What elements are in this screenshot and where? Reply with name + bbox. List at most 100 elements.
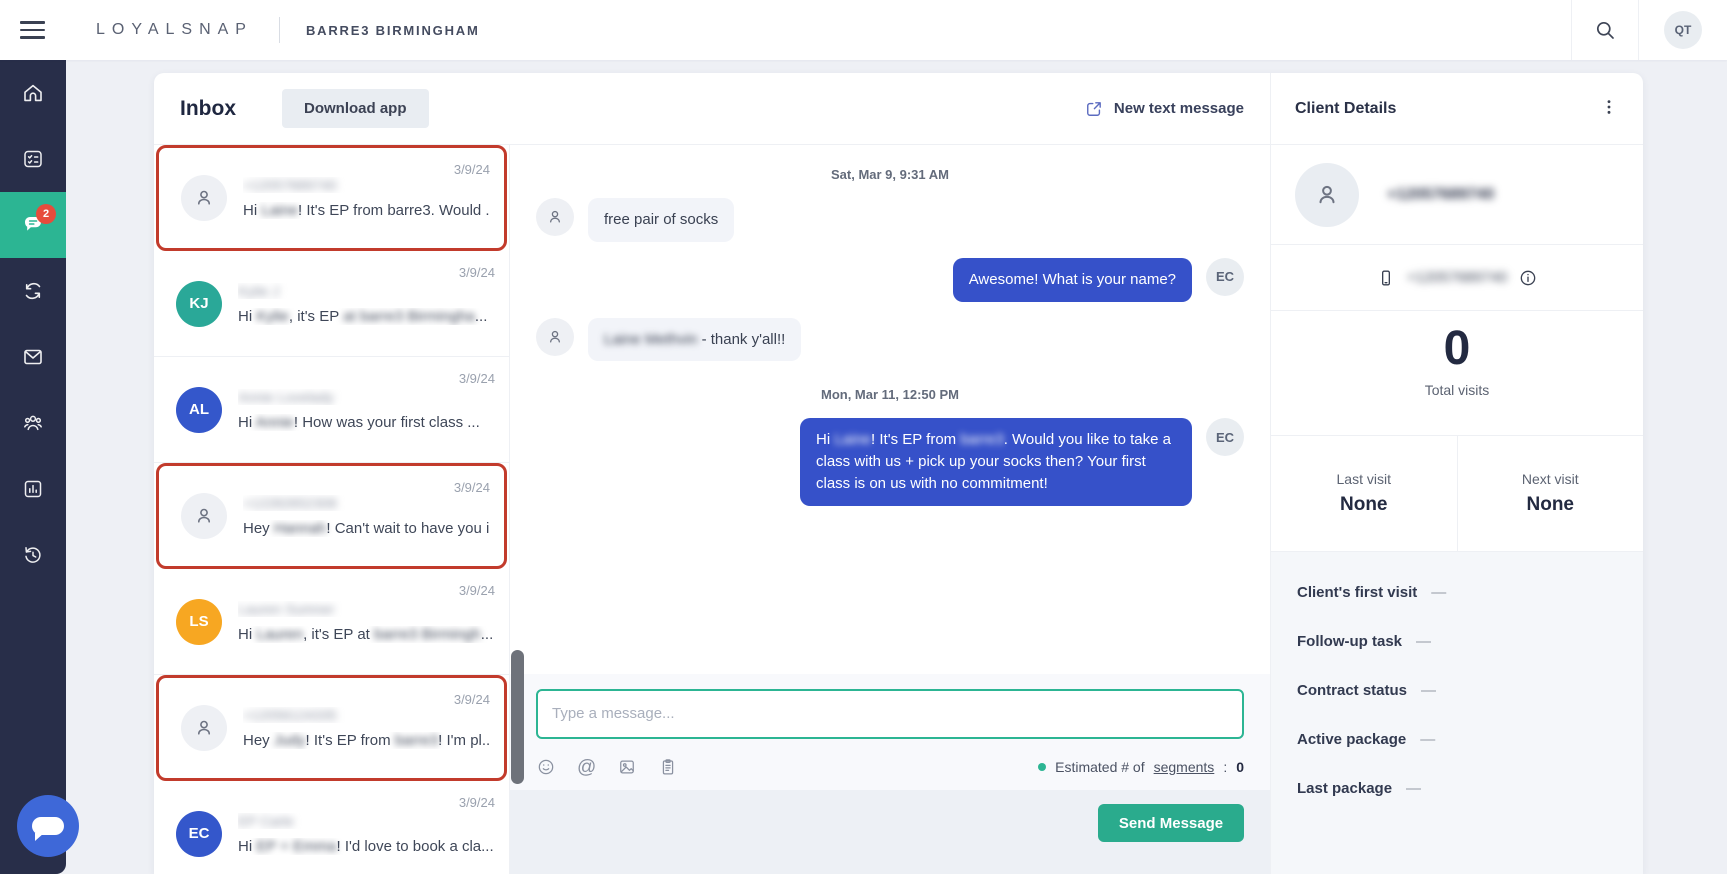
incoming-message: free pair of socks	[536, 198, 1244, 242]
client-name: +12057689740	[1387, 185, 1495, 203]
list-scrollbar-thumb[interactable]	[511, 650, 524, 784]
support-chat-widget[interactable]	[17, 795, 79, 857]
new-text-message-button[interactable]: New text message	[1084, 99, 1244, 119]
history-icon	[21, 543, 45, 567]
download-app-button[interactable]: Download app	[282, 89, 429, 128]
segments-estimate: Estimated # of segments: 0	[1038, 759, 1244, 775]
conversation-date: 3/9/24	[458, 371, 495, 386]
contact-name: +12282652308	[243, 495, 337, 511]
contact-name: Lauren Sumner	[238, 600, 335, 617]
contact-name: EP Carle	[238, 812, 294, 829]
kebab-menu-icon[interactable]	[1593, 91, 1625, 126]
field-value: —	[1420, 731, 1436, 748]
loyalsnap-logo: LOYALSNAP	[96, 21, 253, 38]
field-row: Active package —	[1297, 731, 1617, 748]
segments-link[interactable]: segments	[1154, 759, 1215, 775]
field-row: Client's first visit —	[1297, 584, 1617, 601]
conversation-row[interactable]: +12282652308 Hey Hannah! Can't wait to h…	[156, 463, 507, 569]
next-visit-label: Next visit	[1521, 471, 1579, 487]
message-bubble: Awesome! What is your name?	[952, 257, 1192, 302]
field-label: Active package	[1297, 731, 1407, 748]
person-avatar-icon	[181, 493, 227, 539]
sidebar-item-clients[interactable]	[0, 390, 66, 456]
main-card: Inbox Download app New text message Clie…	[154, 73, 1643, 874]
message-bubble: free pair of socks	[588, 198, 735, 242]
message-input[interactable]	[536, 689, 1244, 739]
attach-image-icon[interactable]	[617, 757, 637, 777]
sidebar-item-home[interactable]	[0, 60, 66, 126]
message-preview: Hi Laine! It's EP from barre3. Would ...	[243, 202, 490, 219]
avatar: KJ	[176, 280, 222, 327]
contact-name: Annie Lovelady	[238, 388, 334, 405]
conversation-date: 3/9/24	[458, 795, 495, 810]
sidebar-item-reports[interactable]	[0, 456, 66, 522]
topbar-divider	[278, 17, 280, 43]
sidebar-item-tasks[interactable]	[0, 126, 66, 192]
field-row: Follow-up task —	[1297, 633, 1617, 650]
conversation-row[interactable]: +12057689740 Hi Laine! It's EP from barr…	[156, 145, 507, 251]
sidebar-item-history[interactable]	[0, 522, 66, 588]
person-avatar-icon	[1295, 162, 1359, 227]
message-history: Sat, Mar 9, 9:31 AM free pair of socks A…	[510, 145, 1270, 674]
field-label: Follow-up task	[1297, 633, 1402, 650]
emoji-icon[interactable]	[536, 757, 556, 777]
field-label: Last package	[1297, 780, 1393, 797]
field-label: Contract status	[1297, 682, 1408, 699]
page-title: Inbox	[180, 96, 236, 120]
send-message-button[interactable]: Send Message	[1098, 804, 1244, 842]
message-preview: Hi Annie! How was your first class ...	[238, 413, 480, 431]
conversation-row[interactable]: KJ Kylie J Hi Kylie, it's EP at barre3 B…	[154, 251, 509, 357]
info-icon[interactable]	[1518, 268, 1538, 288]
templates-icon[interactable]	[658, 757, 678, 777]
message-preview: Hi EP + Emma! I'd love to book a cla...	[238, 837, 494, 855]
conversation-row[interactable]: AL Annie Lovelady Hi Annie! How was your…	[154, 357, 509, 463]
next-visit-block: Next visit None	[1456, 436, 1644, 551]
client-phone-row: +12057689740	[1271, 245, 1643, 311]
conversation-date: 3/9/24	[453, 480, 490, 495]
composer-toolbar: @ Estimated # of segments: 0	[536, 744, 1244, 790]
search-icon[interactable]	[1572, 0, 1638, 60]
message-preview: Hey Hannah! Can't wait to have you i...	[243, 520, 490, 537]
sender-avatar: EC	[1206, 418, 1244, 457]
person-avatar-icon	[536, 198, 574, 236]
incoming-message: Laine Methvin - thank y'all!!	[536, 317, 1244, 362]
conversation-date: 3/9/24	[458, 265, 495, 280]
message-bubble: Hi Laine! It's EP from barre3. Would you…	[800, 418, 1192, 506]
field-value: —	[1421, 682, 1437, 699]
person-avatar-icon	[536, 317, 574, 356]
conversation-row[interactable]: +12056124335 Hey Judy! It's EP from barr…	[156, 675, 507, 781]
conversation-date: 3/9/24	[453, 162, 490, 177]
sender-avatar: EC	[1206, 257, 1244, 296]
external-link-icon	[1084, 99, 1104, 119]
client-phone: +12057689740	[1406, 269, 1508, 286]
conversation-row[interactable]: EC EP Carle Hi EP + Emma! I'd love to bo…	[154, 781, 509, 874]
sidebar-item-messages[interactable]: 2	[0, 192, 66, 258]
mention-icon[interactable]: @	[577, 758, 596, 777]
unread-badge: 2	[36, 204, 56, 224]
segments-count: 0	[1236, 759, 1244, 775]
studio-name: BARRE3 BIRMINGHAM	[305, 22, 480, 38]
hamburger-menu-icon[interactable]	[20, 10, 60, 50]
sidebar-item-mail[interactable]	[0, 324, 66, 390]
segments-label: Estimated # of	[1055, 759, 1145, 775]
message-preview: Hey Judy! It's EP from barre3! I'm pl...	[243, 732, 490, 749]
conversation-row[interactable]: LS Lauren Sumner Hi Lauren, it's EP at b…	[154, 569, 509, 675]
next-visit-value: None	[1526, 494, 1575, 515]
new-text-message-label: New text message	[1113, 100, 1244, 117]
user-avatar[interactable]: QT	[1664, 11, 1702, 49]
field-value: —	[1406, 780, 1422, 797]
field-label: Client's first visit	[1297, 584, 1418, 601]
contact-name: +12057689740	[243, 177, 337, 193]
total-visits-block: 0 Total visits	[1271, 311, 1643, 436]
outgoing-message: Hi Laine! It's EP from barre3. Would you…	[536, 418, 1244, 506]
sidebar-item-sync[interactable]	[0, 258, 66, 324]
total-visits-value: 0	[1443, 322, 1471, 375]
contact-name: +12056124335	[243, 707, 337, 723]
field-value: —	[1416, 633, 1431, 650]
chat-thread: Sat, Mar 9, 9:31 AM free pair of socks A…	[510, 145, 1270, 874]
top-bar: LOYALSNAP BARRE3 BIRMINGHAM QT	[0, 0, 1727, 60]
last-visit-value: None	[1340, 494, 1388, 515]
person-avatar-icon	[181, 705, 227, 751]
sync-icon	[21, 279, 45, 303]
avatar: LS	[176, 598, 222, 645]
